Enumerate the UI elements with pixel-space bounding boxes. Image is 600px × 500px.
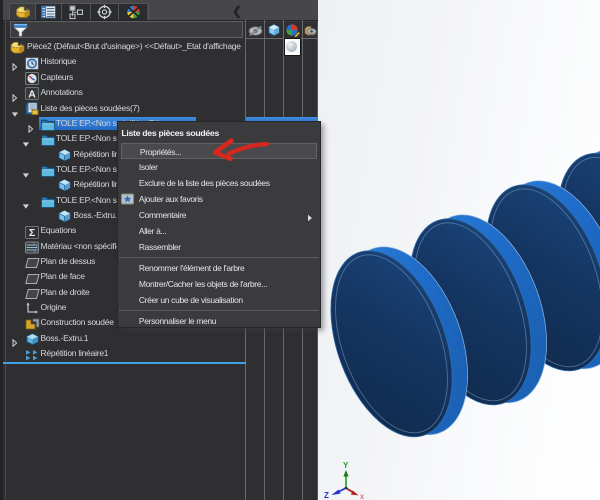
svg-text:A: A	[28, 89, 36, 101]
svg-text:Y: Y	[343, 461, 349, 470]
svg-text:x: x	[360, 492, 364, 500]
svg-text:Σ: Σ	[29, 227, 35, 239]
svg-text:Z: Z	[324, 491, 329, 500]
